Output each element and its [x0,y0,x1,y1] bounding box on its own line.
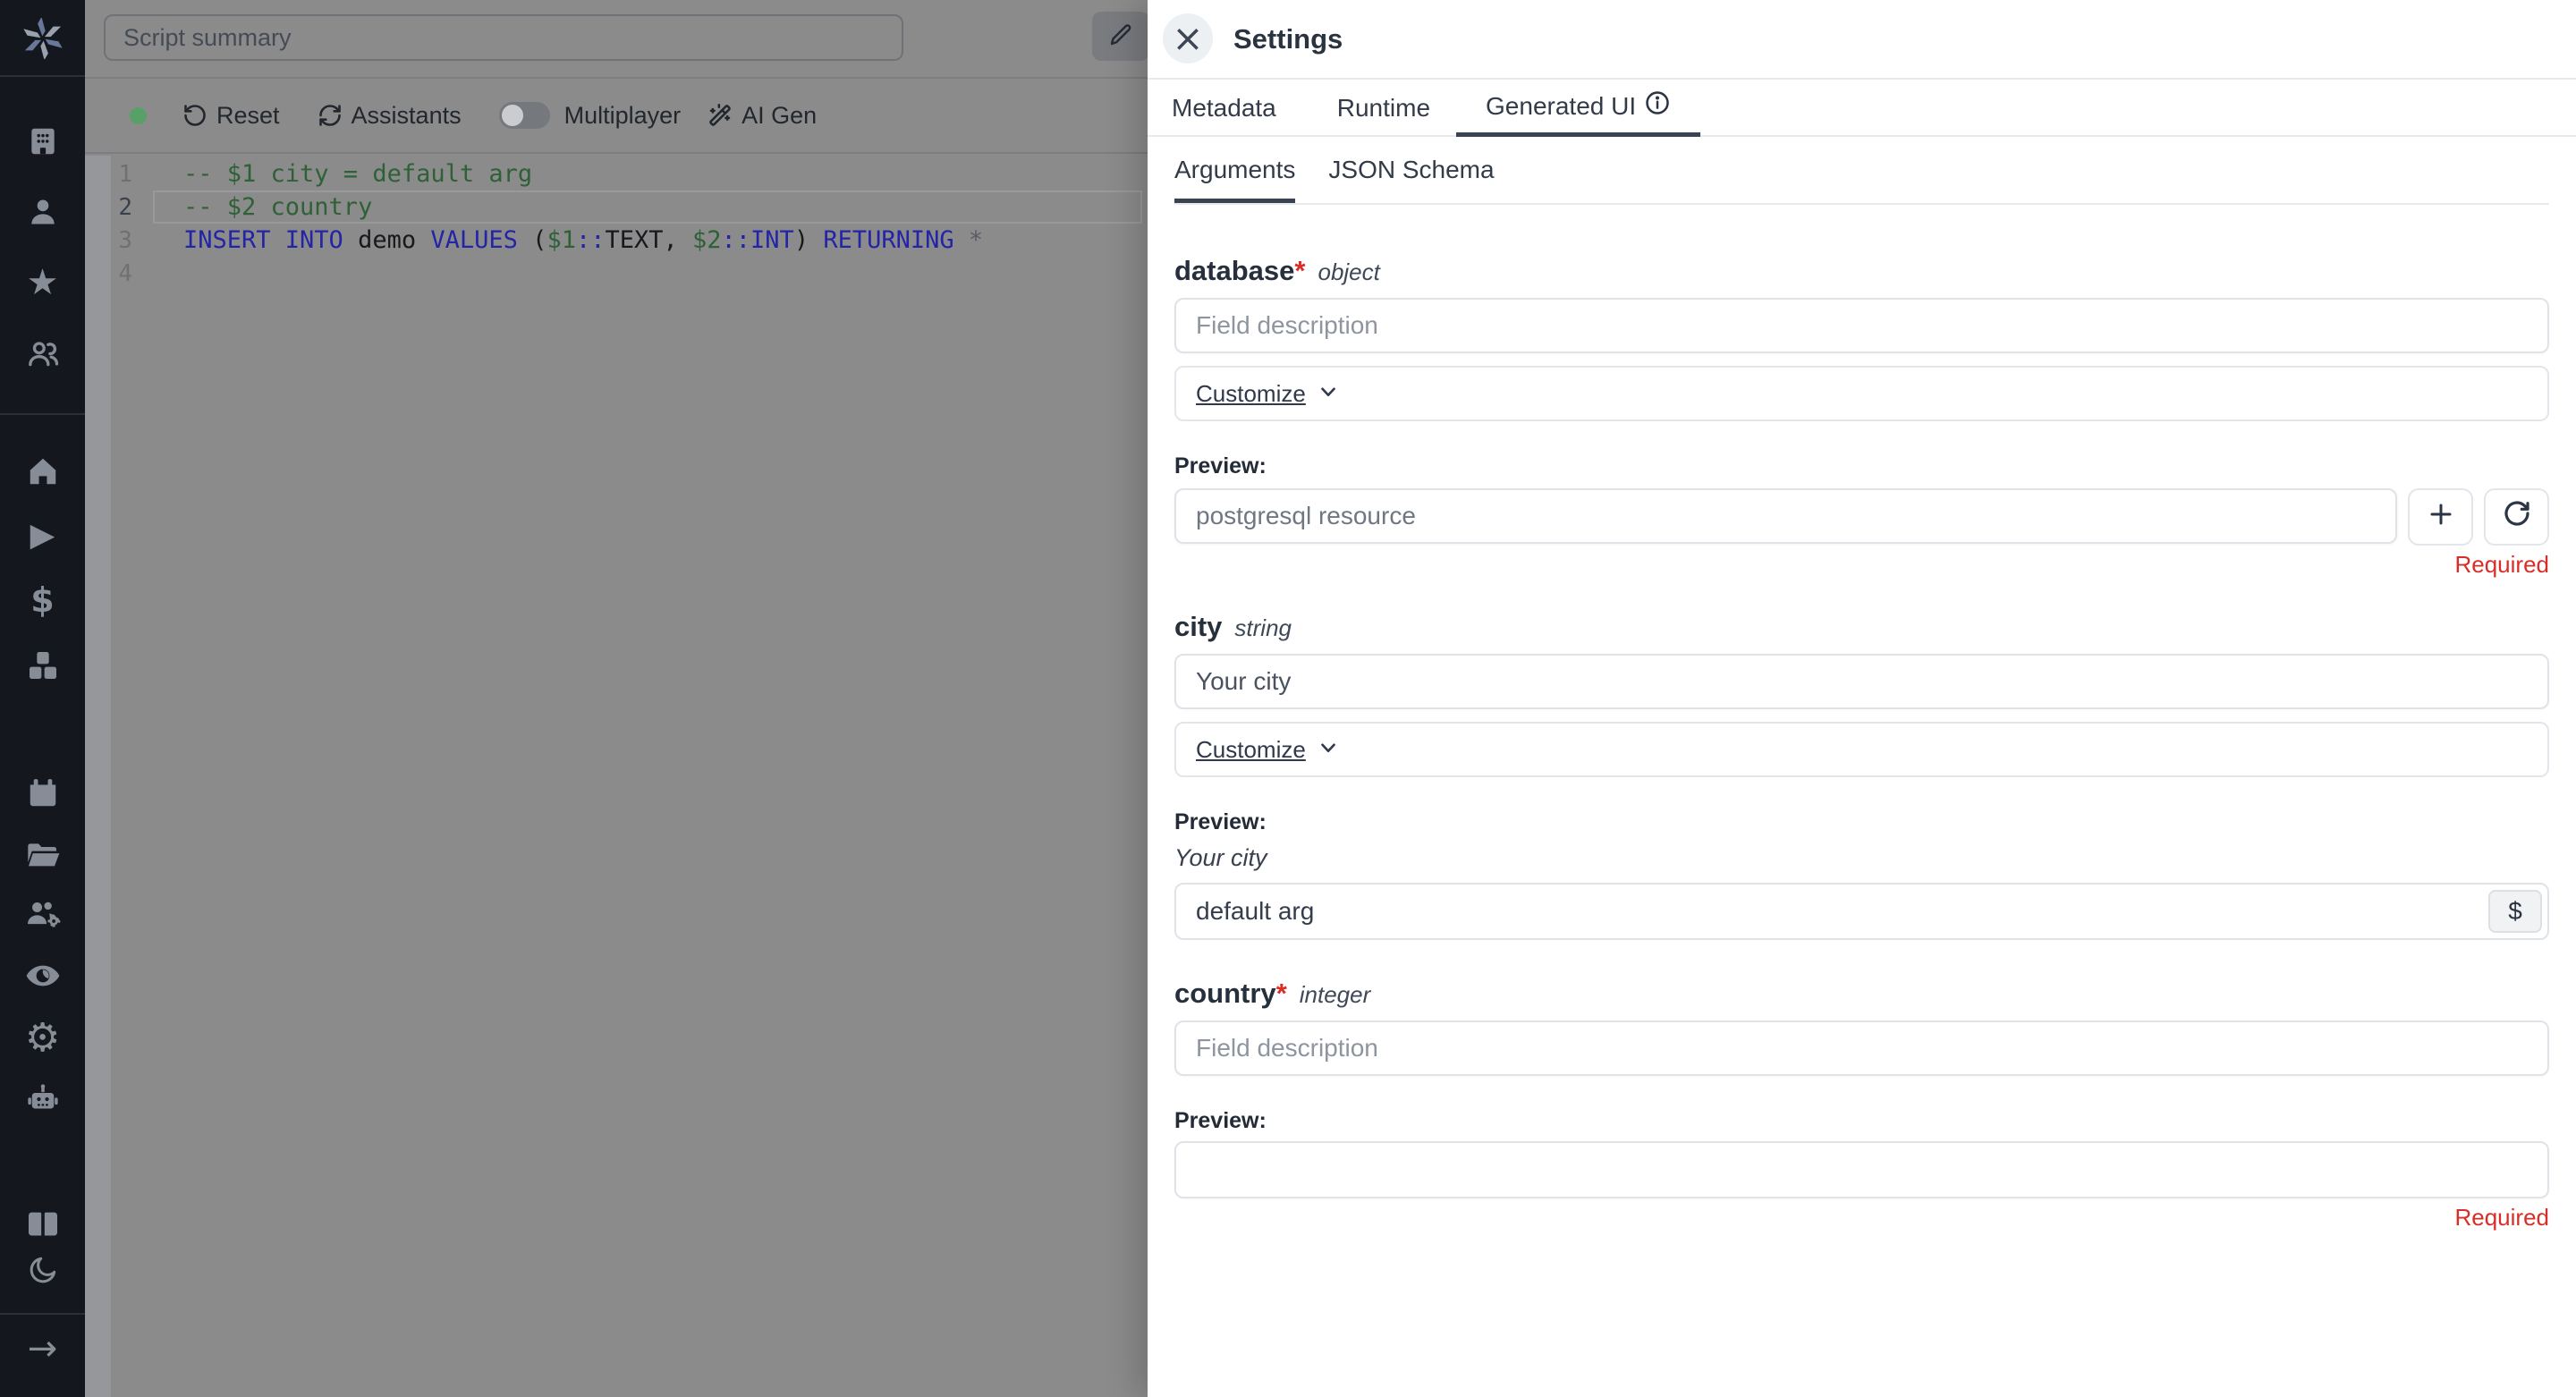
moon-icon[interactable] [0,1252,85,1288]
generated-ui-subtabs: Arguments JSON Schema [1174,137,2549,205]
required-asterisk: * [1294,255,1305,287]
multiplayer-toggle[interactable] [499,102,550,129]
line-number: 4 [85,260,132,287]
chevron-down-icon [1317,380,1340,408]
code-line: 4 [85,257,1148,290]
editor-region: Reset Assistants Multiplayer AI Gen [85,0,1148,1397]
preview-label: Preview: [1174,809,2549,835]
sidebar-divider [0,413,85,415]
tab-metadata[interactable]: Metadata [1172,80,1276,137]
ai-gen-button[interactable]: AI Gen [708,102,817,130]
preview-label: Preview: [1174,453,2549,479]
rotate-ccw-icon [182,103,208,128]
plus-icon [2428,498,2454,537]
pencil-icon [1107,21,1134,51]
tab-runtime[interactable]: Runtime [1337,80,1430,137]
line-number: 1 [85,161,132,188]
users-gear-icon[interactable] [0,895,85,931]
arg-name: city [1174,611,1222,643]
line-number: 3 [85,227,132,254]
required-hint: Required [1174,551,2549,579]
building-icon[interactable] [0,123,85,159]
sidebar: ★ ▶ $ [0,0,85,1397]
field-description-input[interactable] [1174,298,2549,353]
arrow-right-icon[interactable]: → [0,1331,85,1367]
argument-section-database: database* object Customize Preview: post… [1174,255,2549,579]
rotate-cw-icon [2503,498,2531,537]
code-line-active: 2 -- $2 country [85,190,1148,224]
resource-select[interactable]: postgresql resource [1174,488,2397,544]
editor-toolbar: Reset Assistants Multiplayer AI Gen [85,79,1148,154]
argument-section-country: country* integer Preview: Required [1174,978,2549,1232]
ai-gen-label: AI Gen [741,102,817,130]
preview-field-label: Your city [1174,844,2549,872]
sidebar-divider [0,1313,85,1315]
required-asterisk: * [1276,978,1287,1010]
city-preview-input[interactable] [1174,883,2549,940]
code-editor[interactable]: 1 -- $1 city = default arg 2 -- $2 count… [85,157,1148,290]
status-dot [130,107,147,124]
windmill-logo[interactable] [0,18,85,59]
info-icon [1644,89,1671,123]
settings-header: × Settings [1148,0,2576,80]
arg-name: country [1174,978,1276,1010]
script-summary-input[interactable] [104,14,903,61]
settings-tabs: Metadata Runtime Generated UI [1148,80,2576,137]
gear-icon[interactable]: ⚙ [0,1019,85,1058]
star-icon[interactable]: ★ [0,265,85,301]
refresh-resources-button[interactable] [2484,488,2549,546]
customize-expander[interactable]: Customize [1174,722,2549,777]
code-line: 3 INSERT INTO demo VALUES ($1::TEXT, $2:… [85,224,1148,257]
close-icon[interactable]: × [1163,13,1213,64]
eye-icon[interactable] [0,958,85,994]
preview-label: Preview: [1174,1108,2549,1134]
robot-icon[interactable] [0,1081,85,1117]
play-icon[interactable]: ▶ [0,518,85,554]
cubes-icon[interactable] [0,648,85,683]
dollar-icon[interactable]: $ [0,582,85,618]
arg-type: integer [1300,981,1371,1009]
required-hint: Required [1174,1204,2549,1232]
home-icon[interactable] [0,453,85,489]
calendar-icon[interactable] [0,775,85,811]
wand-sparkles-icon [708,103,733,128]
editor-gutter [85,156,111,1397]
field-description-input[interactable] [1174,1020,2549,1076]
users-icon[interactable] [0,336,85,372]
book-icon[interactable] [0,1206,85,1242]
arg-type: string [1234,614,1292,642]
assistants-button[interactable]: Assistants [318,102,462,130]
arg-type: object [1318,258,1379,286]
arg-name: database [1174,255,1294,287]
edit-path-button[interactable] [1092,12,1149,61]
folder-icon[interactable] [0,836,85,872]
line-number: 2 [85,194,132,221]
add-resource-button[interactable] [2408,488,2473,546]
multiplayer-label: Multiplayer [564,102,682,130]
variable-picker-button[interactable]: $ [2488,890,2542,933]
reset-button[interactable]: Reset [182,102,280,130]
assistants-label: Assistants [352,102,462,130]
argument-section-city: city string Customize Preview: Your city… [1174,611,2549,940]
user-icon[interactable] [0,194,85,230]
country-preview-input[interactable] [1174,1141,2549,1198]
customize-expander[interactable]: Customize [1174,366,2549,421]
editor-header [85,0,1148,79]
subtab-arguments[interactable]: Arguments [1174,137,1295,203]
code-line: 1 -- $1 city = default arg [85,157,1148,190]
refresh-cw-icon [318,103,343,128]
reset-label: Reset [216,102,280,130]
chevron-down-icon [1317,736,1340,764]
settings-drawer: × Settings Metadata Runtime Generated UI… [1148,0,2576,1397]
settings-title: Settings [1233,23,1343,55]
sidebar-divider [0,75,85,77]
subtab-json-schema[interactable]: JSON Schema [1328,137,1494,203]
tab-generated-ui[interactable]: Generated UI [1456,80,1700,137]
field-description-input[interactable] [1174,654,2549,709]
